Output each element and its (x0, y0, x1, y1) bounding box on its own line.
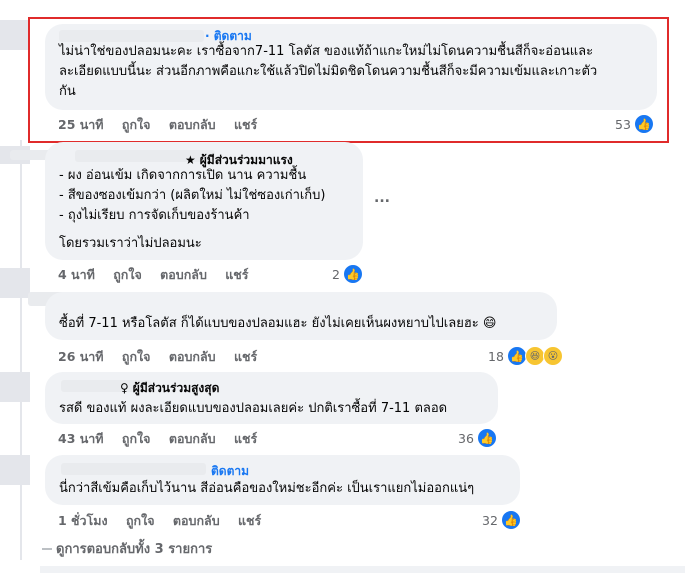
reply-button[interactable]: ตอบกลับ (173, 513, 220, 528)
comment-text-line: - ถุงไม่เรียบ การจัดเก็บของร้านค้า (59, 208, 250, 223)
reaction-count: 18 (488, 348, 504, 364)
comment-bubble-3: ซื้อที่ 7-11 หรือโลตัส ก็ได้แบบของปลอมแฮ… (45, 292, 557, 340)
reaction-summary[interactable]: 18 👍 😆 😮 (488, 346, 563, 366)
haha-reaction-icon: 😆 (524, 346, 545, 366)
view-replies-label[interactable]: ดูการตอบกลับทั้ง 3 รายการ (56, 538, 212, 559)
comment-actions: 43 นาที ถูกใจ ตอบกลับ แชร์ (58, 429, 271, 449)
like-reaction-icon: 👍 (500, 510, 521, 530)
comment-actions: 26 นาที ถูกใจ ตอบกลับ แชร์ (58, 347, 271, 367)
more-options-icon[interactable]: ... (374, 190, 390, 206)
reaction-summary[interactable]: 32 👍 (482, 510, 521, 530)
comment-bubble-5: ติดตาม นี่กว่าสีเข้มคือเก็บไว้นาน สีอ่อน… (45, 455, 520, 505)
like-button[interactable]: ถูกใจ (122, 431, 151, 446)
badge-label: ผู้มีส่วนร่วมสูงสุด (132, 381, 220, 395)
comment-text-line: - ผง อ่อนเข้ม เกิดจากการเปิด นาน ความชื้… (59, 168, 307, 183)
avatar[interactable] (0, 20, 30, 50)
avatar[interactable] (0, 455, 30, 485)
wow-reaction-icon: 😮 (542, 346, 563, 366)
comment-bubble-2: ★ ผู้มีส่วนร่วมมาแรง - ผง อ่อนเข้ม เกิดจ… (45, 142, 363, 260)
like-button[interactable]: ถูกใจ (126, 513, 155, 528)
reaction-count: 36 (458, 430, 474, 446)
highlight-box (28, 17, 669, 143)
comment-time[interactable]: 43 นาที (58, 431, 104, 446)
view-replies-link[interactable]: ดูการตอบกลับทั้ง 3 รายการ (42, 538, 212, 559)
like-reaction-icon: 👍 (342, 264, 363, 284)
like-button[interactable]: ถูกใจ (113, 267, 142, 282)
author-name-redacted[interactable] (61, 463, 206, 475)
reaction-count: 2 (332, 266, 340, 282)
reaction-summary[interactable]: 36 👍 (458, 428, 497, 448)
share-button[interactable]: แชร์ (234, 431, 257, 446)
like-reaction-icon: 👍 (476, 428, 497, 448)
reaction-summary[interactable]: 2 👍 (332, 264, 363, 284)
comment-bubble-4: ♀ ผู้มีส่วนร่วมสูงสุด รสดี ของแท้ ผงละเอ… (45, 372, 498, 424)
comment-text-line: โดยรวมเราว่าไม่ปลอมนะ (59, 236, 202, 251)
comment-actions: 1 ชั่วโมง ถูกใจ ตอบกลับ แชร์ (58, 511, 275, 531)
thread-connector (20, 140, 22, 560)
reply-button[interactable]: ตอบกลับ (160, 267, 207, 282)
share-button[interactable]: แชร์ (234, 349, 257, 364)
like-button[interactable]: ถูกใจ (122, 349, 151, 364)
avatar[interactable] (0, 268, 30, 298)
comment-text-line: ซื้อที่ 7-11 หรือโลตัส ก็ได้แบบของปลอมแฮ… (59, 316, 497, 331)
like-reaction-icon: 👍 (506, 346, 527, 366)
top-contributor-badge: ♀ ผู้มีส่วนร่วมสูงสุด (120, 378, 219, 398)
comment-actions: 4 นาที ถูกใจ ตอบกลับ แชร์ (58, 265, 263, 285)
share-button[interactable]: แชร์ (225, 267, 248, 282)
comment-text-line (59, 226, 326, 234)
comment-text-line: นี่กว่าสีเข้มคือเก็บไว้นาน สีอ่อนคือของใ… (59, 481, 475, 496)
reply-line-icon (42, 547, 52, 550)
follow-button[interactable]: ติดตาม (211, 464, 249, 478)
reply-button[interactable]: ตอบกลับ (169, 431, 216, 446)
comment-time[interactable]: 26 นาที (58, 349, 104, 364)
comment-text-line: - สีของซองเข้มกว่า (ผลิตใหม่ ไม่ใช่ซองเก… (59, 188, 326, 203)
medal-icon: ♀ (120, 381, 129, 395)
avatar[interactable] (0, 372, 30, 402)
bottom-edge (40, 566, 685, 573)
comment-text-line: รสดี ของแท้ ผงละเอียดแบบของปลอมเลยค่ะ ปก… (59, 401, 448, 416)
reaction-count: 32 (482, 512, 498, 528)
share-button[interactable]: แชร์ (238, 513, 261, 528)
comment-time[interactable]: 4 นาที (58, 267, 95, 282)
comment-time[interactable]: 1 ชั่วโมง (58, 513, 108, 528)
reply-button[interactable]: ตอบกลับ (169, 349, 216, 364)
